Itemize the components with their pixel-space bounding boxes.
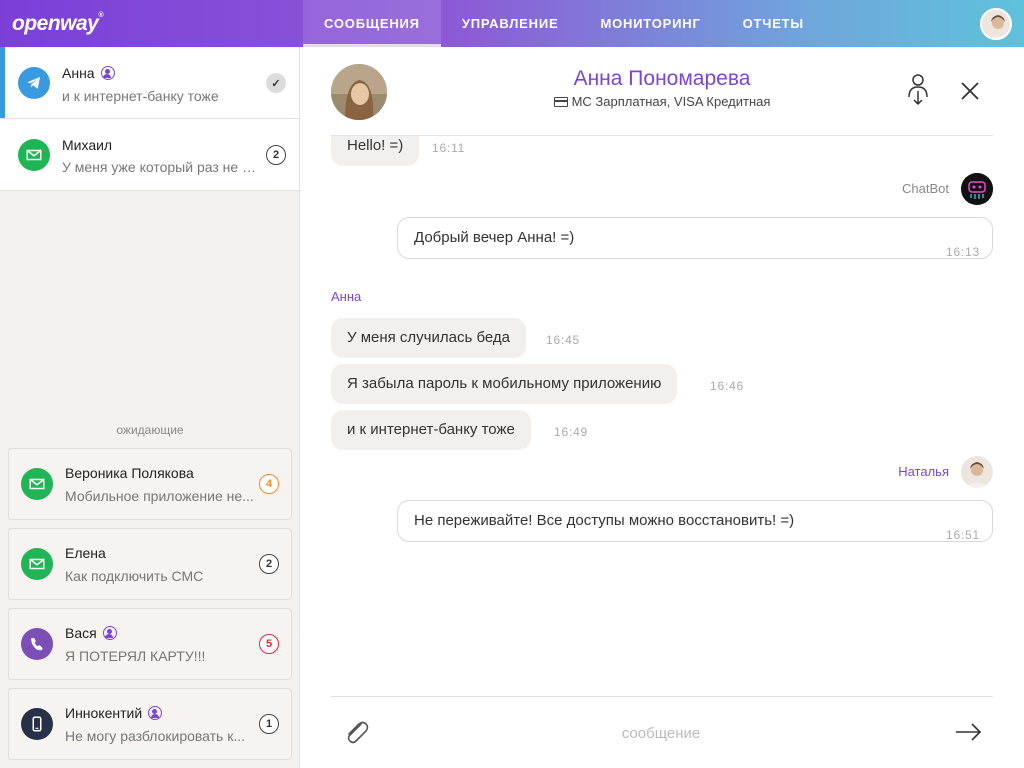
message-time: 16:13 (945, 245, 980, 259)
conversation-preview: Как подключить СМС (65, 568, 204, 584)
conversation-item-anna[interactable]: Анна и к интернет-банку тоже ✓ (0, 47, 299, 119)
tab-management[interactable]: УПРАВЛЕНИЕ (441, 0, 580, 47)
conversation-name: Анна (62, 65, 115, 81)
identified-client-icon (148, 706, 163, 720)
identified-client-icon (100, 66, 115, 80)
top-navigation-bar: openway® СООБЩЕНИЯ УПРАВЛЕНИЕ МОНИТОРИНГ… (0, 0, 1024, 47)
mobile-phone-icon (21, 708, 53, 740)
conversation-preview: и к интернет-банку тоже (62, 88, 219, 104)
contact-name: Анна Пономарева (573, 67, 751, 90)
chat-header: Анна Пономарева МС Зарплатная, VISA Кред… (331, 47, 993, 136)
chatbot-avatar (961, 173, 993, 205)
message-time: 16:11 (432, 141, 466, 155)
transfer-chat-button[interactable] (901, 73, 935, 107)
identified-client-icon (102, 626, 117, 640)
incoming-message: У меня случилась беда (331, 318, 526, 358)
outgoing-message: Добрый вечер Анна! =) 16:13 (397, 217, 993, 259)
message-time: 16:45 (546, 333, 581, 347)
conversation-preview: У меня уже который раз не п... (62, 159, 260, 175)
waiting-item-veronika[interactable]: Вероника Полякова Мобильное приложение н… (8, 448, 292, 520)
contact-products: МС Зарплатная, VISA Кредитная (331, 94, 993, 109)
close-icon (961, 82, 979, 100)
robot-icon (961, 173, 993, 205)
conversation-list: Анна и к интернет-банку тоже ✓ Михаил У … (0, 47, 300, 768)
unread-count-badge: 5 (259, 634, 279, 654)
message-time: 16:49 (554, 425, 589, 439)
sender-name: ChatBot (902, 181, 949, 196)
mail-icon (21, 548, 53, 580)
waiting-section-label: ожидающие (116, 423, 184, 437)
conversation-name: Михаил (62, 137, 113, 153)
operator-avatar (961, 456, 993, 488)
main-nav: СООБЩЕНИЯ УПРАВЛЕНИЕ МОНИТОРИНГ ОТЧЕТЫ (303, 0, 825, 47)
message-input[interactable] (391, 713, 931, 753)
logo[interactable]: openway® (12, 12, 103, 36)
conversation-name: Вася (65, 625, 117, 641)
conversation-name: Вероника Полякова (65, 465, 194, 481)
conversation-preview: Мобильное приложение не... (65, 488, 254, 504)
chat-panel: Анна Пономарева МС Зарплатная, VISA Кред… (301, 47, 1024, 768)
incoming-message: Я забыла пароль к мобильному приложению (331, 364, 678, 404)
credit-card-icon (553, 97, 568, 107)
waiting-item-vasya[interactable]: Вася Я ПОТЕРЯЛ КАРТУ!!! 5 (8, 608, 292, 680)
tab-monitoring[interactable]: МОНИТОРИНГ (579, 0, 721, 47)
unread-count-badge: 2 (266, 145, 286, 165)
message-list: Hello! =) 16:11 ChatBot Добрый вечер Анн… (331, 136, 993, 696)
outgoing-message: Не переживайте! Все доступы можно восста… (397, 500, 993, 542)
close-chat-button[interactable] (953, 74, 987, 108)
viber-icon (21, 628, 53, 660)
telegram-icon (18, 67, 50, 99)
conversation-preview: Не могу разблокировать к... (65, 728, 246, 744)
incoming-message: и к интернет-банку тоже (331, 410, 531, 450)
message-composer (331, 696, 993, 768)
mail-icon (18, 139, 50, 171)
send-button[interactable] (951, 715, 985, 749)
conversation-item-mikhail[interactable]: Михаил У меня уже который раз не п... 2 (0, 119, 299, 191)
conversation-name: Иннокентий (65, 705, 163, 721)
message-time: 16:46 (710, 379, 745, 393)
paperclip-icon (347, 721, 369, 744)
message-time: 16:51 (945, 528, 980, 542)
waiting-item-elena[interactable]: Елена Как подключить СМС 2 (8, 528, 292, 600)
sender-name: Анна (331, 289, 362, 304)
user-avatar[interactable] (980, 8, 1012, 40)
unread-count-badge: 1 (259, 714, 279, 734)
arrow-right-icon (956, 723, 982, 741)
attach-button[interactable] (339, 715, 373, 749)
unread-count-badge: 4 (259, 474, 279, 494)
incoming-message: Hello! =) (331, 136, 420, 166)
conversation-name: Елена (65, 545, 106, 561)
tab-reports[interactable]: ОТЧЕТЫ (722, 0, 825, 47)
checkmark-icon: ✓ (266, 73, 286, 93)
sender-name: Наталья (898, 464, 949, 479)
person-download-icon (908, 74, 928, 106)
tab-messages[interactable]: СООБЩЕНИЯ (303, 0, 441, 47)
mail-icon (21, 468, 53, 500)
conversation-preview: Я ПОТЕРЯЛ КАРТУ!!! (65, 648, 206, 664)
unread-count-badge: 2 (259, 554, 279, 574)
waiting-item-innokentiy[interactable]: Иннокентий Не могу разблокировать к... 1 (8, 688, 292, 760)
